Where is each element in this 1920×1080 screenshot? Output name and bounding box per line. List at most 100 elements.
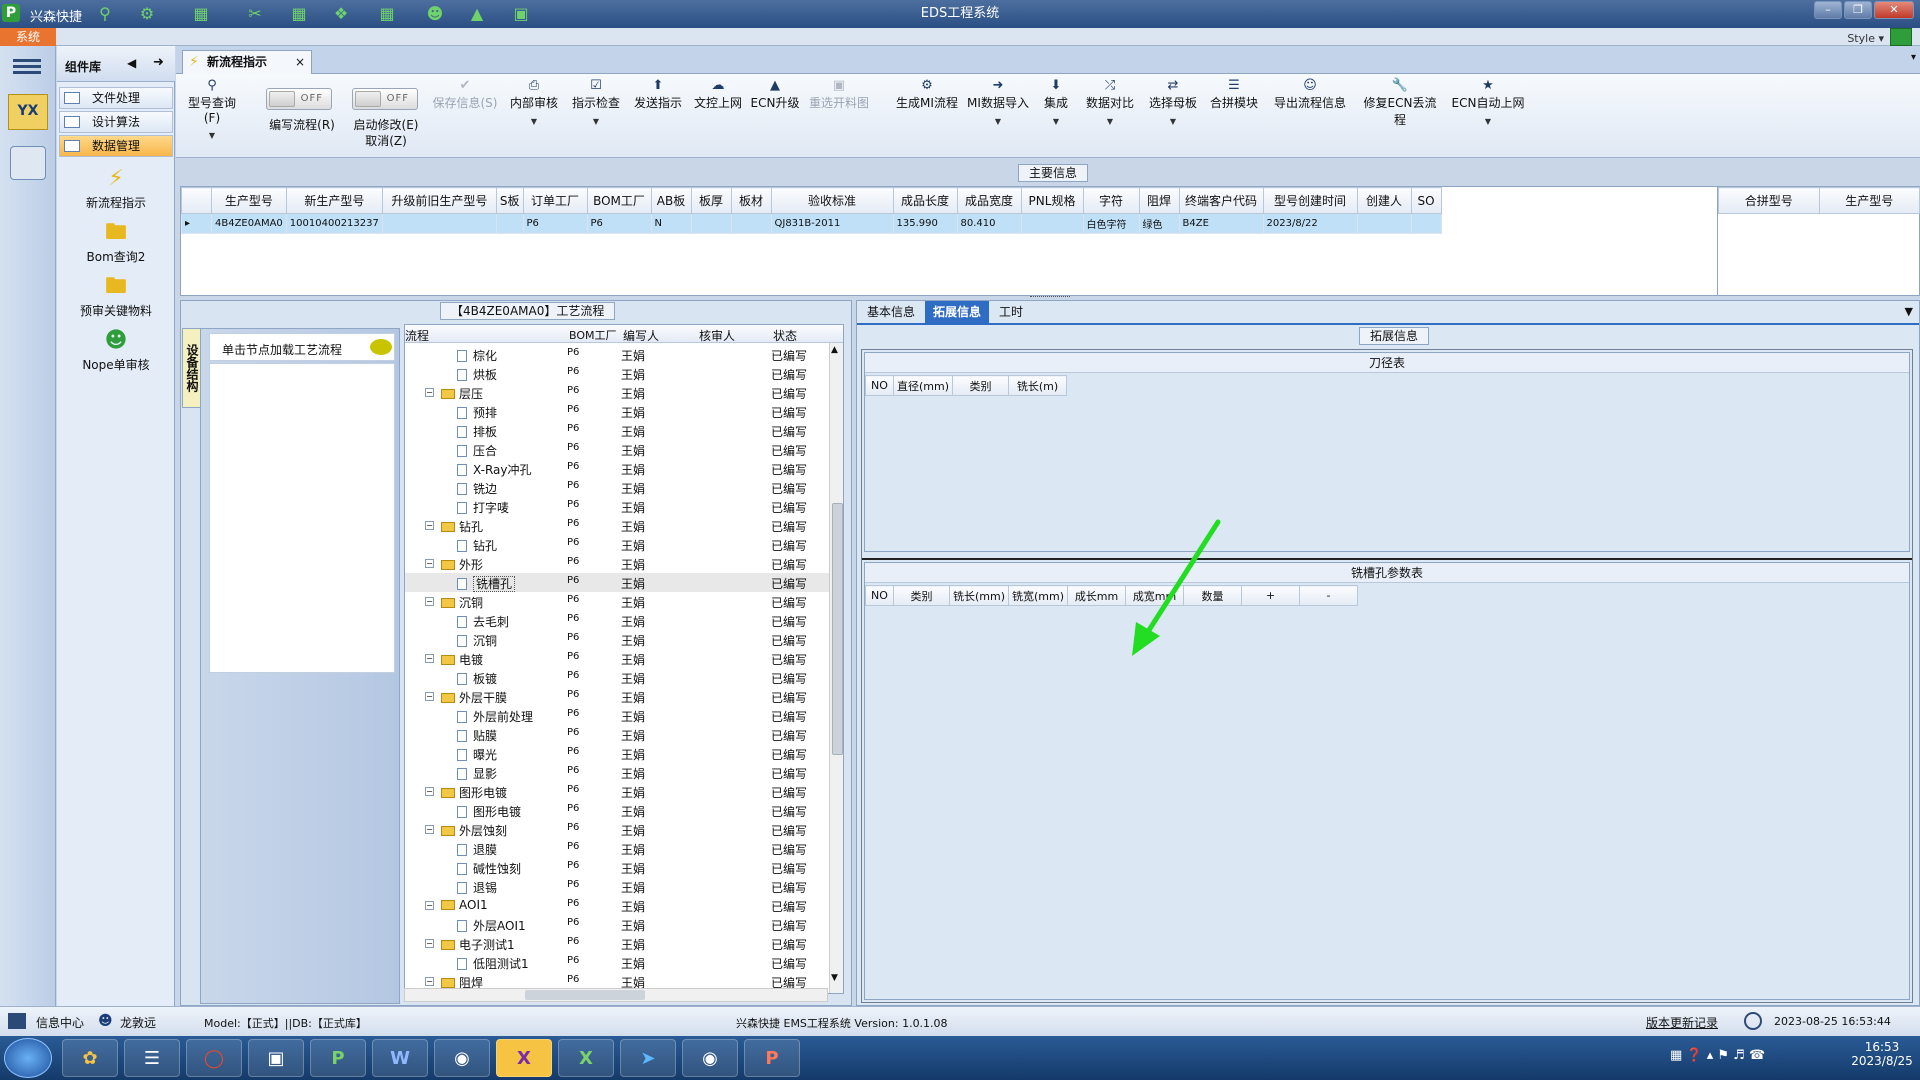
table-cell[interactable]: P6 xyxy=(522,213,588,234)
taskbar-ppt-icon[interactable]: P xyxy=(744,1039,800,1077)
tree-node[interactable]: 排板 xyxy=(457,423,497,440)
tree-row[interactable]: 显影 P6 王娟 已编写 xyxy=(405,763,829,782)
tree-row[interactable]: 去毛刺 P6 王娟 已编写 xyxy=(405,611,829,630)
tree-node[interactable]: 显影 xyxy=(457,765,497,782)
tree-node[interactable]: 低阻测试1 xyxy=(457,955,529,972)
column-header[interactable]: 创建人 xyxy=(1356,187,1412,214)
write-flow-toggle[interactable]: OFF xyxy=(266,88,332,110)
collapse-icon[interactable]: − xyxy=(425,787,434,796)
tree-row[interactable]: − 外形 P6 王娟 已编写 xyxy=(405,554,829,573)
column-header[interactable]: 阻焊 xyxy=(1138,187,1180,214)
excel-icon[interactable] xyxy=(1890,28,1912,46)
tree-row[interactable]: 低阻测试1 P6 王娟 已编写 xyxy=(405,953,829,972)
scroll-up-icon[interactable]: ▲ xyxy=(831,345,838,355)
tree-row[interactable]: − 外层干膜 P6 王娟 已编写 xyxy=(405,687,829,706)
column-header[interactable]: 铣长(m) xyxy=(1008,375,1068,396)
column-header[interactable]: + xyxy=(1241,585,1301,606)
tree-node[interactable]: 板镀 xyxy=(457,670,497,687)
column-header[interactable]: 型号创建时间 xyxy=(1262,187,1358,214)
tree-row[interactable]: 沉铜 P6 王娟 已编写 xyxy=(405,630,829,649)
tree-row[interactable]: 打字唛 P6 王娟 已编写 xyxy=(405,497,829,516)
table-cell[interactable]: B4ZE xyxy=(1178,213,1264,234)
changelog-link[interactable]: 版本更新记录 xyxy=(1646,1014,1718,1031)
tab-extended-info[interactable]: 拓展信息 xyxy=(925,301,990,323)
chevron-left-icon[interactable]: ◀ xyxy=(127,56,136,70)
tree-node[interactable]: 贴膜 xyxy=(457,727,497,744)
column-header[interactable]: 字符 xyxy=(1082,187,1140,214)
send-instruction-button[interactable]: ⬆ 发送指示 xyxy=(630,78,686,154)
taskbar-browser-icon[interactable]: ◯ xyxy=(186,1039,242,1077)
check-instruction-button[interactable]: ☑ 指示检查 ▼ xyxy=(568,78,624,154)
info-center-link[interactable]: 信息中心 xyxy=(36,1014,84,1031)
taskbar-arrow-app-icon[interactable]: ➤ xyxy=(620,1039,676,1077)
column-header[interactable]: PNL规格 xyxy=(1020,187,1084,214)
equipment-structure-tab[interactable]: 设备结构 xyxy=(182,328,202,408)
taskbar-network-icon[interactable]: ◉ xyxy=(434,1039,490,1077)
table-cell[interactable]: 10010400213237 xyxy=(285,213,383,234)
collapse-icon[interactable]: − xyxy=(425,939,434,948)
collapse-icon[interactable]: − xyxy=(425,559,434,568)
tree-row[interactable]: − 电子测试1 P6 王娟 已编写 xyxy=(405,934,829,953)
taskbar-shell-icon[interactable]: ✿ xyxy=(62,1039,118,1077)
data-compare-button[interactable]: ⤮ 数据对比 ▼ xyxy=(1082,78,1138,154)
collapse-icon[interactable]: − xyxy=(425,521,434,530)
launcher-nope-review[interactable]: ☻ Nope单审核 xyxy=(57,326,175,378)
node-list-area[interactable] xyxy=(209,363,395,673)
tree-node[interactable]: 铣边 xyxy=(457,480,497,497)
taskbar-word-icon[interactable]: W xyxy=(372,1039,428,1077)
panel-dropdown-icon[interactable]: ▼ xyxy=(1905,305,1913,318)
tree-node[interactable]: 压合 xyxy=(457,442,497,459)
taskbar-clock[interactable]: 16:53 2023/8/25 xyxy=(1850,1040,1914,1068)
restore-button[interactable]: ❐ xyxy=(1844,1,1872,19)
collapse-icon[interactable]: − xyxy=(425,692,434,701)
table-cell[interactable] xyxy=(1410,213,1442,234)
start-button[interactable] xyxy=(4,1038,52,1078)
column-header[interactable]: S板 xyxy=(495,187,524,214)
tree-node[interactable]: 钻孔 xyxy=(441,518,483,535)
column-header[interactable]: 订单工厂 xyxy=(522,187,588,214)
tree-row[interactable]: 碱性蚀刻 P6 王娟 已编写 xyxy=(405,858,829,877)
table-cell[interactable]: 80.410 xyxy=(956,213,1022,234)
column-header-flow[interactable]: 流程 xyxy=(405,327,429,344)
tree-row[interactable]: 压合 P6 王娟 已编写 xyxy=(405,440,829,459)
tree-node[interactable]: 沉铜 xyxy=(457,632,497,649)
table-cell[interactable]: 135.990 xyxy=(892,213,958,234)
tree-row[interactable]: 板镀 P6 王娟 已编写 xyxy=(405,668,829,687)
scroll-thumb[interactable] xyxy=(832,503,843,755)
mi-import-button[interactable]: ➜ MI数据导入 ▼ xyxy=(966,78,1030,154)
tree-row[interactable]: − 层压 P6 王娟 已编写 xyxy=(405,383,829,402)
tree-node[interactable]: 沉铜 xyxy=(441,594,483,611)
tree-node[interactable]: 外层干膜 xyxy=(441,689,507,706)
generate-mi-button[interactable]: ⚙ 生成MI流程 xyxy=(894,78,960,154)
table-cell[interactable] xyxy=(690,213,732,234)
table-cell[interactable] xyxy=(1356,213,1412,234)
reselect-cutting-button[interactable]: ▣ 重选开料图 xyxy=(804,78,874,154)
tree-node[interactable]: 碱性蚀刻 xyxy=(457,860,521,877)
tree-row[interactable]: 退锡 P6 王娟 已编写 xyxy=(405,877,829,896)
start-edit-toggle[interactable]: OFF xyxy=(352,88,418,110)
tree-node[interactable]: 外层前处理 xyxy=(457,708,533,725)
tree-row[interactable]: 预排 P6 王娟 已编写 xyxy=(405,402,829,421)
node-hint-box[interactable]: 单击节点加载工艺流程 xyxy=(209,333,395,361)
column-header[interactable]: 板材 xyxy=(730,187,772,214)
cancel-button[interactable]: 取消(Z) xyxy=(346,132,426,149)
system-tab[interactable]: 系统 xyxy=(0,28,56,46)
column-header[interactable]: 铣宽(mm) xyxy=(1008,585,1069,606)
tree-node[interactable]: 退锡 xyxy=(457,879,497,896)
tree-row[interactable]: 退膜 P6 王娟 已编写 xyxy=(405,839,829,858)
table-cell[interactable]: N xyxy=(650,213,692,234)
collapse-icon[interactable]: − xyxy=(425,825,434,834)
tree-row[interactable]: − 图形电镀 P6 王娟 已编写 xyxy=(405,782,829,801)
column-header[interactable]: 新生产型号 xyxy=(285,187,383,214)
tree-vertical-scrollbar[interactable]: ▲ ▼ xyxy=(829,343,843,993)
tree-row[interactable]: 烘板 P6 王娟 已编写 xyxy=(405,364,829,383)
ecn-upgrade-button[interactable]: ▲ ECN升级 xyxy=(748,78,802,154)
scroll-down-icon[interactable]: ▼ xyxy=(831,973,838,983)
tree-node[interactable]: 钻孔 xyxy=(457,537,497,554)
tree-row[interactable]: 铣槽孔 P6 王娟 已编写 xyxy=(405,573,829,592)
table-cell[interactable]: 白色字符 xyxy=(1082,213,1140,234)
column-header[interactable]: 成长mm xyxy=(1067,585,1127,606)
tree-row[interactable]: 外层前处理 P6 王娟 已编写 xyxy=(405,706,829,725)
minimize-button[interactable]: – xyxy=(1814,1,1842,19)
column-header[interactable]: 类别 xyxy=(952,375,1010,396)
